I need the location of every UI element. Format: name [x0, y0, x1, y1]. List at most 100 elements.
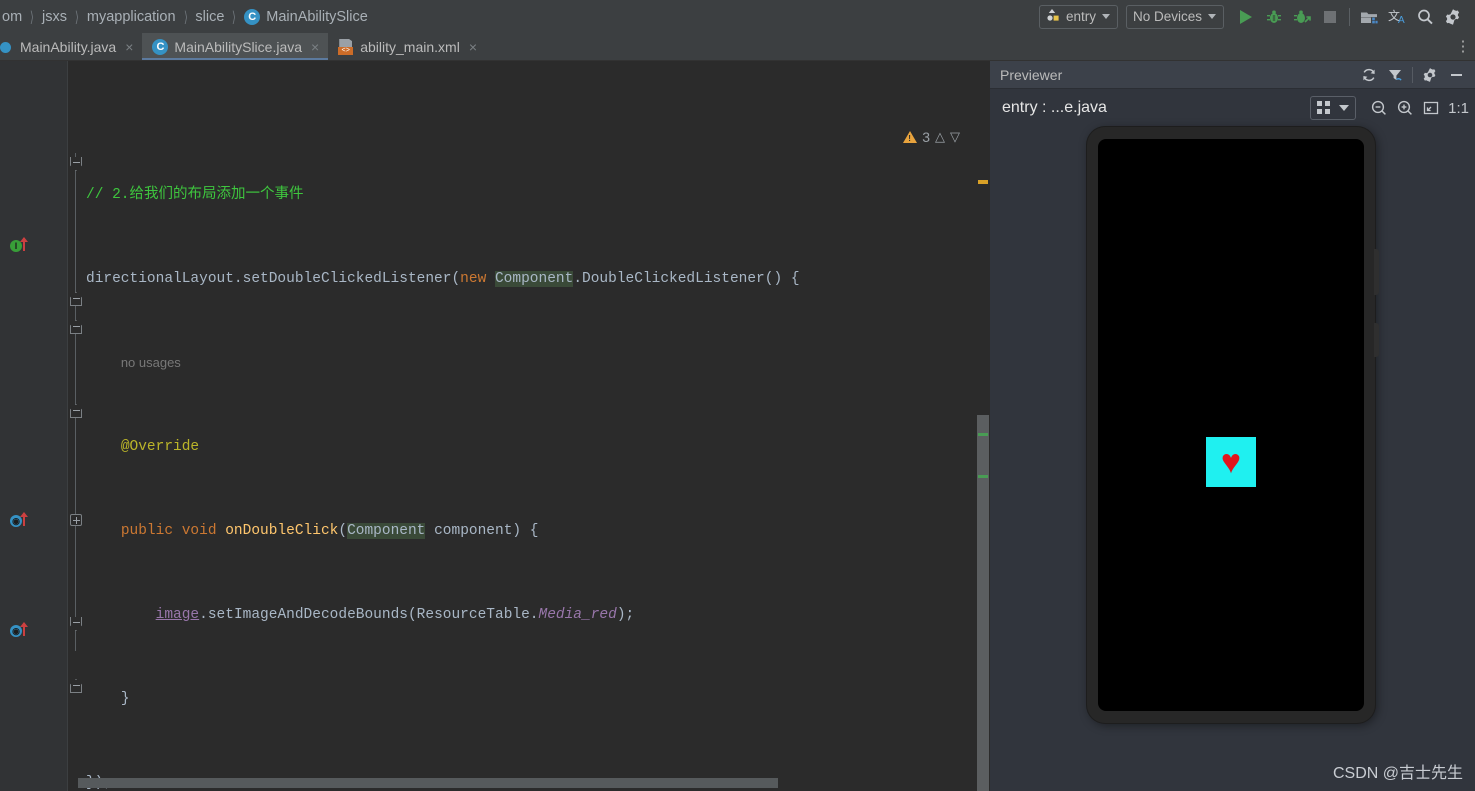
device-manager-button[interactable] [1355, 3, 1383, 31]
code-token: ); [616, 607, 635, 623]
stripe-warning-mark[interactable] [978, 180, 988, 184]
zoom-in-icon [1398, 100, 1413, 115]
chevron-up-icon[interactable]: △ [935, 129, 945, 145]
error-stripe[interactable] [976, 125, 990, 791]
up-arrow-icon [20, 512, 28, 526]
override-marker[interactable]: ◉ [10, 622, 32, 639]
usage-hint: no usages [120, 355, 181, 370]
stripe-change-mark[interactable] [978, 433, 988, 436]
device-manager-icon [1361, 12, 1378, 23]
chevron-down-icon [1339, 105, 1350, 111]
code-line: } [86, 685, 990, 713]
fold-marker-collapsed[interactable] [70, 514, 82, 526]
code-method: onDoubleClick [225, 523, 339, 539]
stop-button[interactable] [1316, 3, 1344, 31]
device-screen[interactable]: ♥ [1098, 139, 1364, 711]
previewer-file-label: entry : ...e.java [1002, 99, 1107, 116]
stop-square-icon [1324, 10, 1336, 23]
fold-marker[interactable] [70, 157, 82, 171]
bug-attach-icon [1294, 10, 1311, 23]
vertical-scrollbar-thumb[interactable] [977, 415, 989, 791]
minimize-button[interactable] [1443, 62, 1469, 88]
chevron-down-icon [1208, 14, 1216, 19]
tab-ability-main-xml[interactable]: <> ability_main.xml × [328, 33, 486, 60]
device-selector[interactable]: No Devices [1125, 4, 1224, 29]
device-volume-button [1374, 249, 1379, 295]
editor-tab-bar: MainAbility.java × C MainAbilitySlice.ja… [0, 33, 1475, 61]
breadcrumb: om ⟩ jsxs ⟩ myapplication ⟩ slice ⟩ C Ma… [0, 8, 1039, 26]
chevron-down-icon[interactable]: ▽ [950, 129, 960, 145]
top-toolbar: om ⟩ jsxs ⟩ myapplication ⟩ slice ⟩ C Ma… [0, 0, 1475, 33]
gear-icon [1445, 8, 1460, 25]
breadcrumb-separator: ⟩ [30, 8, 35, 26]
fit-screen-button[interactable] [1418, 95, 1444, 121]
run-configuration-label: entry [1065, 9, 1096, 24]
chevron-down-icon [1101, 14, 1110, 19]
settings-button[interactable] [1439, 3, 1467, 31]
zoom-out-button[interactable] [1366, 95, 1392, 121]
previewer-settings-button[interactable] [1417, 62, 1443, 88]
close-icon[interactable]: × [469, 39, 477, 55]
close-icon[interactable]: × [311, 39, 319, 55]
horizontal-scrollbar[interactable] [78, 778, 976, 788]
stripe-change-mark[interactable] [978, 475, 988, 478]
horizontal-scrollbar-thumb[interactable] [78, 778, 778, 788]
breadcrumb-separator: ⟩ [183, 8, 188, 26]
tab-MainAbilitySlice-java[interactable]: C MainAbilitySlice.java × [142, 33, 329, 60]
refresh-button[interactable] [1356, 62, 1382, 88]
zoom-ratio-label[interactable]: 1:1 [1448, 100, 1469, 117]
breadcrumb-item-0[interactable]: om [2, 9, 22, 25]
breadcrumb-item-4[interactable]: MainAbilitySlice [266, 9, 368, 25]
more-vertical-icon: ⋮ [1455, 37, 1471, 55]
fold-marker[interactable] [70, 320, 82, 334]
fold-marker[interactable] [70, 617, 82, 631]
play-icon [1240, 9, 1252, 24]
filter-button[interactable] [1382, 62, 1408, 88]
preview-stage: ♥ [990, 127, 1475, 791]
code-text[interactable]: // 2.给我们的布局添加一个事件 directionalLayout.setD… [86, 125, 990, 791]
editor-fold-gutter[interactable] [68, 61, 86, 791]
editor-gutter[interactable] [0, 61, 68, 791]
translate-button[interactable]: 文 A [1383, 3, 1411, 31]
breadcrumb-separator: ⟩ [74, 8, 79, 26]
close-icon[interactable]: × [125, 39, 133, 55]
run-button[interactable] [1232, 3, 1260, 31]
run-configuration-selector[interactable]: entry [1038, 4, 1118, 29]
fold-marker[interactable] [70, 404, 82, 418]
breadcrumb-item-2[interactable]: myapplication [87, 9, 176, 25]
warning-triangle-icon [903, 131, 918, 143]
device-preview-frame[interactable]: ♥ [1087, 127, 1379, 723]
breadcrumb-item-3[interactable]: slice [195, 9, 224, 25]
zoom-in-button[interactable] [1392, 95, 1418, 121]
up-arrow-icon [20, 622, 28, 636]
fold-marker[interactable] [70, 679, 82, 693]
ide-window: om ⟩ jsxs ⟩ myapplication ⟩ slice ⟩ C Ma… [0, 0, 1475, 791]
tab-label: MainAbility.java [20, 38, 117, 55]
code-keyword: public void [120, 523, 226, 539]
tab-MainAbility-java[interactable]: MainAbility.java × [0, 33, 142, 60]
debug-button[interactable] [1260, 3, 1288, 31]
code-type: Component [347, 523, 426, 539]
override-marker[interactable]: ◉ [10, 512, 32, 529]
code-static-field: Media_red [538, 607, 617, 623]
code-keyword: new [460, 271, 495, 287]
implements-marker[interactable]: I [10, 237, 32, 254]
preview-layout-dropdown[interactable] [1310, 96, 1357, 120]
previewer-header: Previewer [990, 61, 1475, 89]
xml-layout-icon: <> [338, 38, 354, 55]
code-editor[interactable]: I ◉ ◉ // 2.给我们的布局添加一个事件 directionalLayou… [0, 61, 990, 791]
device-power-button [1374, 323, 1379, 357]
breadcrumb-separator: ⟩ [232, 8, 237, 26]
code-token: directionalLayout.setDoubleClickedListen… [86, 271, 461, 287]
java-class-icon: C [152, 38, 169, 55]
code-field: image [155, 607, 200, 623]
attach-debugger-button[interactable] [1288, 3, 1316, 31]
inspection-widget[interactable]: 3 △ ▽ [903, 129, 960, 145]
tab-overflow-button[interactable]: ⋮ [1451, 33, 1475, 60]
search-everywhere-button[interactable] [1411, 3, 1439, 31]
breadcrumb-item-1[interactable]: jsxs [42, 9, 67, 25]
fold-marker[interactable] [70, 292, 82, 306]
preview-image-component[interactable]: ♥ [1206, 437, 1256, 487]
translate-icon: 文 A [1388, 8, 1405, 26]
code-token: .setImageAndDecodeBounds(ResourceTable. [199, 607, 539, 623]
